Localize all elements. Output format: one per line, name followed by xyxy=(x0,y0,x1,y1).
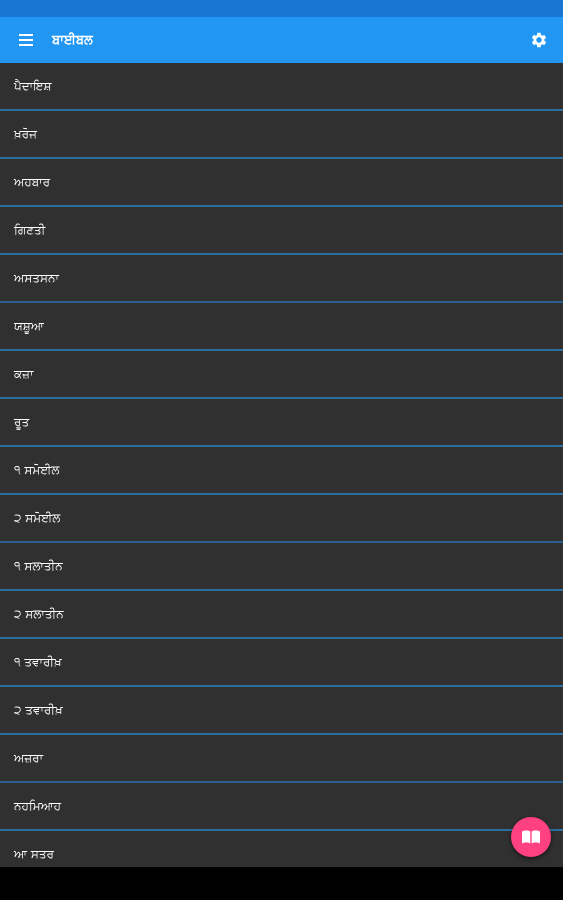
book-item[interactable]: ੧ ਸਲਾਤੀਨ xyxy=(0,543,563,591)
book-name: ਅਜ਼ਰਾ xyxy=(14,750,44,765)
book-item[interactable]: ਅਜ਼ਰਾ xyxy=(0,735,563,783)
menu-icon xyxy=(19,34,33,46)
book-name: ਅਹਬਾਰ xyxy=(14,174,51,189)
book-item[interactable]: ਖ਼ਰੋਜ xyxy=(0,111,563,159)
open-reader-button[interactable] xyxy=(511,817,551,857)
book-name: ਕਜ਼ਾ xyxy=(14,366,34,381)
book-list: ਪੈਦਾਇਸ਼ ਖ਼ਰੋਜ ਅਹਬਾਰ ਗਿਣਤੀ ਅਸਤਸਨਾ ਯਸ਼ੂਆ ਕ… xyxy=(0,63,563,879)
book-name: ਖ਼ਰੋਜ xyxy=(14,126,37,141)
book-item[interactable]: ਨਹਮਿਆਹ xyxy=(0,783,563,831)
book-name: ਪੈਦਾਇਸ਼ xyxy=(14,78,52,93)
book-name: ੧ ਸਲਾਤੀਨ xyxy=(14,558,63,573)
book-name: ੨ ਤਵਾਰੀਖ਼ xyxy=(14,702,63,717)
book-item[interactable]: ਪੈਦਾਇਸ਼ xyxy=(0,63,563,111)
book-name: ੨ ਸਲਾਤੀਨ xyxy=(14,606,64,621)
settings-button[interactable] xyxy=(523,24,555,56)
book-name: ਗਿਣਤੀ xyxy=(14,222,46,237)
book-item[interactable]: ੧ ਤਵਾਰੀਖ਼ xyxy=(0,639,563,687)
book-name: ਨਹਮਿਆਹ xyxy=(14,798,62,813)
book-item[interactable]: ਗਿਣਤੀ xyxy=(0,207,563,255)
book-item[interactable]: ੨ ਸਲਾਤੀਨ xyxy=(0,591,563,639)
menu-button[interactable] xyxy=(0,17,52,63)
book-item[interactable]: ੨ ਤਵਾਰੀਖ਼ xyxy=(0,687,563,735)
book-name: ਯਸ਼ੂਆ xyxy=(14,318,44,333)
book-item[interactable]: ਅਸਤਸਨਾ xyxy=(0,255,563,303)
book-name: ਆ ਸਤਰ xyxy=(14,846,54,861)
gear-icon xyxy=(531,32,547,48)
book-item[interactable]: ਯਸ਼ੂਆ xyxy=(0,303,563,351)
book-item[interactable]: ਕਜ਼ਾ xyxy=(0,351,563,399)
book-name: ਅਸਤਸਨਾ xyxy=(14,270,59,285)
status-bar xyxy=(0,0,563,17)
app-bar: ਬਾਈਬਲ xyxy=(0,17,563,63)
open-book-icon xyxy=(522,830,540,844)
navigation-bar xyxy=(0,867,563,900)
book-item[interactable]: ੨ ਸਮੋਈਲ xyxy=(0,495,563,543)
book-name: ੧ ਸਮੋਈਲ xyxy=(14,462,60,477)
book-name: ੧ ਤਵਾਰੀਖ਼ xyxy=(14,654,62,669)
app-title: ਬਾਈਬਲ xyxy=(52,32,93,48)
book-name: ਰੂਤ xyxy=(14,414,30,429)
book-name: ੨ ਸਮੋਈਲ xyxy=(14,510,61,525)
book-item[interactable]: ਰੂਤ xyxy=(0,399,563,447)
book-item[interactable]: ਅਹਬਾਰ xyxy=(0,159,563,207)
book-item[interactable]: ੧ ਸਮੋਈਲ xyxy=(0,447,563,495)
